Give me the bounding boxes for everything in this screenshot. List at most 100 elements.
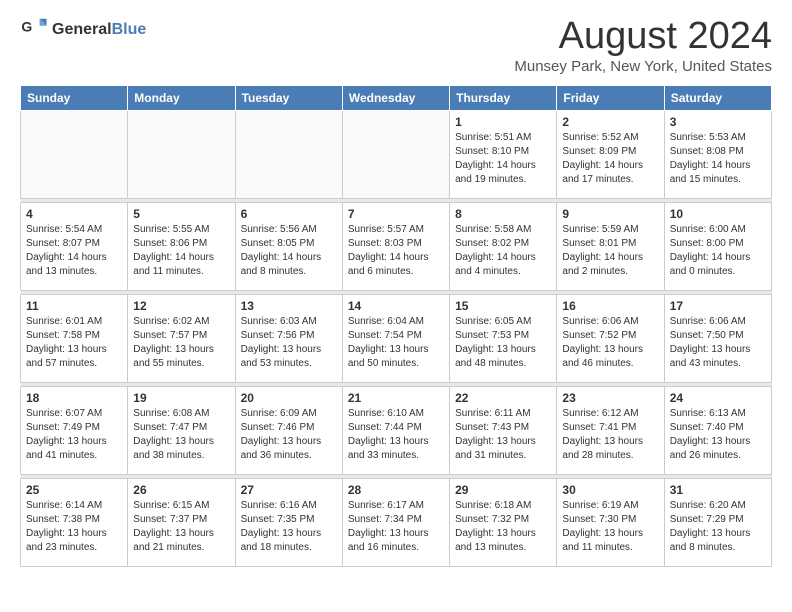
day-detail: Sunrise: 6:19 AMSunset: 7:30 PMDaylight:…	[562, 499, 658, 555]
day-header-monday: Monday	[128, 85, 235, 110]
logo-icon: G	[20, 16, 48, 44]
day-header-saturday: Saturday	[664, 85, 771, 110]
calendar-header-row: SundayMondayTuesdayWednesdayThursdayFrid…	[21, 85, 772, 110]
day-detail: Sunrise: 5:52 AMSunset: 8:09 PMDaylight:…	[562, 131, 658, 187]
day-number: 6	[241, 207, 337, 221]
calendar-week-5: 25 Sunrise: 6:14 AMSunset: 7:38 PMDayligh…	[21, 478, 772, 566]
day-detail: Sunrise: 5:56 AMSunset: 8:05 PMDaylight:…	[241, 223, 337, 279]
calendar-cell: 30Sunrise: 6:19 AMSunset: 7:30 PMDayligh…	[557, 478, 664, 566]
location-title: Munsey Park, New York, United States	[514, 58, 772, 75]
day-number: 4	[26, 207, 122, 221]
calendar-cell: 1 Sunrise: 5:51 AMSunset: 8:10 PMDaylight…	[450, 110, 557, 198]
day-number: 25	[26, 483, 122, 497]
calendar-cell	[128, 110, 235, 198]
day-number: 31	[670, 483, 766, 497]
calendar-cell: 2 Sunrise: 5:52 AMSunset: 8:09 PMDaylight…	[557, 110, 664, 198]
calendar-week-4: 18 Sunrise: 6:07 AMSunset: 7:49 PMDayligh…	[21, 386, 772, 474]
day-detail: Sunrise: 6:14 AMSunset: 7:38 PMDaylight:…	[26, 499, 122, 555]
calendar-week-2: 4 Sunrise: 5:54 AMSunset: 8:07 PMDaylight…	[21, 202, 772, 290]
calendar-cell: 22 Sunrise: 6:11 AMSunset: 7:43 PMDayligh…	[450, 386, 557, 474]
svg-text:G: G	[21, 18, 32, 34]
day-detail: Sunrise: 6:07 AMSunset: 7:49 PMDaylight:…	[26, 407, 122, 463]
calendar-cell: 28 Sunrise: 6:17 AMSunset: 7:34 PMDayligh…	[342, 478, 449, 566]
day-detail: Sunrise: 6:18 AMSunset: 7:32 PMDaylight:…	[455, 499, 551, 555]
day-number: 21	[348, 391, 444, 405]
calendar-cell: 24 Sunrise: 6:13 AMSunset: 7:40 PMDayligh…	[664, 386, 771, 474]
day-number: 11	[26, 299, 122, 313]
calendar-cell: 31 Sunrise: 6:20 AMSunset: 7:29 PMDayligh…	[664, 478, 771, 566]
calendar-cell: 17 Sunrise: 6:06 AMSunset: 7:50 PMDayligh…	[664, 294, 771, 382]
calendar-cell: 9Sunrise: 5:59 AMSunset: 8:01 PMDaylight…	[557, 202, 664, 290]
day-number: 28	[348, 483, 444, 497]
day-number: 24	[670, 391, 766, 405]
calendar-cell: 3 Sunrise: 5:53 AMSunset: 8:08 PMDaylight…	[664, 110, 771, 198]
calendar-cell: 21 Sunrise: 6:10 AMSunset: 7:44 PMDayligh…	[342, 386, 449, 474]
calendar-cell: 5 Sunrise: 5:55 AMSunset: 8:06 PMDaylight…	[128, 202, 235, 290]
day-number: 20	[241, 391, 337, 405]
day-detail: Sunrise: 5:59 AMSunset: 8:01 PMDaylight:…	[562, 223, 658, 279]
day-number: 5	[133, 207, 229, 221]
title-block: August 2024 Munsey Park, New York, Unite…	[514, 16, 772, 75]
calendar-cell: 26 Sunrise: 6:15 AMSunset: 7:37 PMDayligh…	[128, 478, 235, 566]
day-detail: Sunrise: 5:55 AMSunset: 8:06 PMDaylight:…	[133, 223, 229, 279]
day-number: 10	[670, 207, 766, 221]
logo-blue: Blue	[112, 21, 147, 38]
day-number: 12	[133, 299, 229, 313]
calendar-cell: 18 Sunrise: 6:07 AMSunset: 7:49 PMDayligh…	[21, 386, 128, 474]
day-number: 2	[562, 115, 658, 129]
day-detail: Sunrise: 6:15 AMSunset: 7:37 PMDaylight:…	[133, 499, 229, 555]
day-number: 1	[455, 115, 551, 129]
calendar-week-1: 1 Sunrise: 5:51 AMSunset: 8:10 PMDaylight…	[21, 110, 772, 198]
day-detail: Sunrise: 5:54 AMSunset: 8:07 PMDaylight:…	[26, 223, 122, 279]
day-number: 8	[455, 207, 551, 221]
day-detail: Sunrise: 6:16 AMSunset: 7:35 PMDaylight:…	[241, 499, 337, 555]
day-detail: Sunrise: 6:05 AMSunset: 7:53 PMDaylight:…	[455, 315, 551, 371]
calendar-cell: 29 Sunrise: 6:18 AMSunset: 7:32 PMDayligh…	[450, 478, 557, 566]
calendar-cell	[342, 110, 449, 198]
day-detail: Sunrise: 6:03 AMSunset: 7:56 PMDaylight:…	[241, 315, 337, 371]
day-header-sunday: Sunday	[21, 85, 128, 110]
calendar-cell: 11Sunrise: 6:01 AMSunset: 7:58 PMDayligh…	[21, 294, 128, 382]
calendar-cell: 10 Sunrise: 6:00 AMSunset: 8:00 PMDayligh…	[664, 202, 771, 290]
calendar-cell	[21, 110, 128, 198]
day-number: 17	[670, 299, 766, 313]
calendar-cell: 4 Sunrise: 5:54 AMSunset: 8:07 PMDaylight…	[21, 202, 128, 290]
day-detail: Sunrise: 6:20 AMSunset: 7:29 PMDaylight:…	[670, 499, 766, 555]
day-detail: Sunrise: 6:00 AMSunset: 8:00 PMDaylight:…	[670, 223, 766, 279]
day-number: 19	[133, 391, 229, 405]
day-detail: Sunrise: 6:11 AMSunset: 7:43 PMDaylight:…	[455, 407, 551, 463]
day-number: 29	[455, 483, 551, 497]
day-detail: Sunrise: 6:02 AMSunset: 7:57 PMDaylight:…	[133, 315, 229, 371]
day-detail: Sunrise: 6:10 AMSunset: 7:44 PMDaylight:…	[348, 407, 444, 463]
day-detail: Sunrise: 6:17 AMSunset: 7:34 PMDaylight:…	[348, 499, 444, 555]
day-number: 14	[348, 299, 444, 313]
day-detail: Sunrise: 6:12 AMSunset: 7:41 PMDaylight:…	[562, 407, 658, 463]
day-number: 18	[26, 391, 122, 405]
day-number: 7	[348, 207, 444, 221]
calendar-cell: 19Sunrise: 6:08 AMSunset: 7:47 PMDayligh…	[128, 386, 235, 474]
calendar-cell: 15Sunrise: 6:05 AMSunset: 7:53 PMDayligh…	[450, 294, 557, 382]
calendar-cell: 8Sunrise: 5:58 AMSunset: 8:02 PMDaylight…	[450, 202, 557, 290]
logo: G GeneralBlue	[20, 16, 146, 44]
day-detail: Sunrise: 6:09 AMSunset: 7:46 PMDaylight:…	[241, 407, 337, 463]
day-detail: Sunrise: 5:53 AMSunset: 8:08 PMDaylight:…	[670, 131, 766, 187]
day-detail: Sunrise: 6:06 AMSunset: 7:50 PMDaylight:…	[670, 315, 766, 371]
logo-general: General	[52, 21, 112, 38]
calendar-cell: 6 Sunrise: 5:56 AMSunset: 8:05 PMDaylight…	[235, 202, 342, 290]
day-detail: Sunrise: 6:13 AMSunset: 7:40 PMDaylight:…	[670, 407, 766, 463]
month-title: August 2024	[514, 16, 772, 58]
calendar-cell: 7Sunrise: 5:57 AMSunset: 8:03 PMDaylight…	[342, 202, 449, 290]
day-number: 16	[562, 299, 658, 313]
day-header-tuesday: Tuesday	[235, 85, 342, 110]
day-number: 26	[133, 483, 229, 497]
calendar-cell: 13 Sunrise: 6:03 AMSunset: 7:56 PMDayligh…	[235, 294, 342, 382]
day-header-friday: Friday	[557, 85, 664, 110]
day-number: 3	[670, 115, 766, 129]
day-number: 22	[455, 391, 551, 405]
day-detail: Sunrise: 5:51 AMSunset: 8:10 PMDaylight:…	[455, 131, 551, 187]
calendar-cell: 16Sunrise: 6:06 AMSunset: 7:52 PMDayligh…	[557, 294, 664, 382]
day-detail: Sunrise: 6:04 AMSunset: 7:54 PMDaylight:…	[348, 315, 444, 371]
page-header: G GeneralBlue August 2024 Munsey Park, N…	[20, 16, 772, 75]
day-number: 13	[241, 299, 337, 313]
day-number: 23	[562, 391, 658, 405]
